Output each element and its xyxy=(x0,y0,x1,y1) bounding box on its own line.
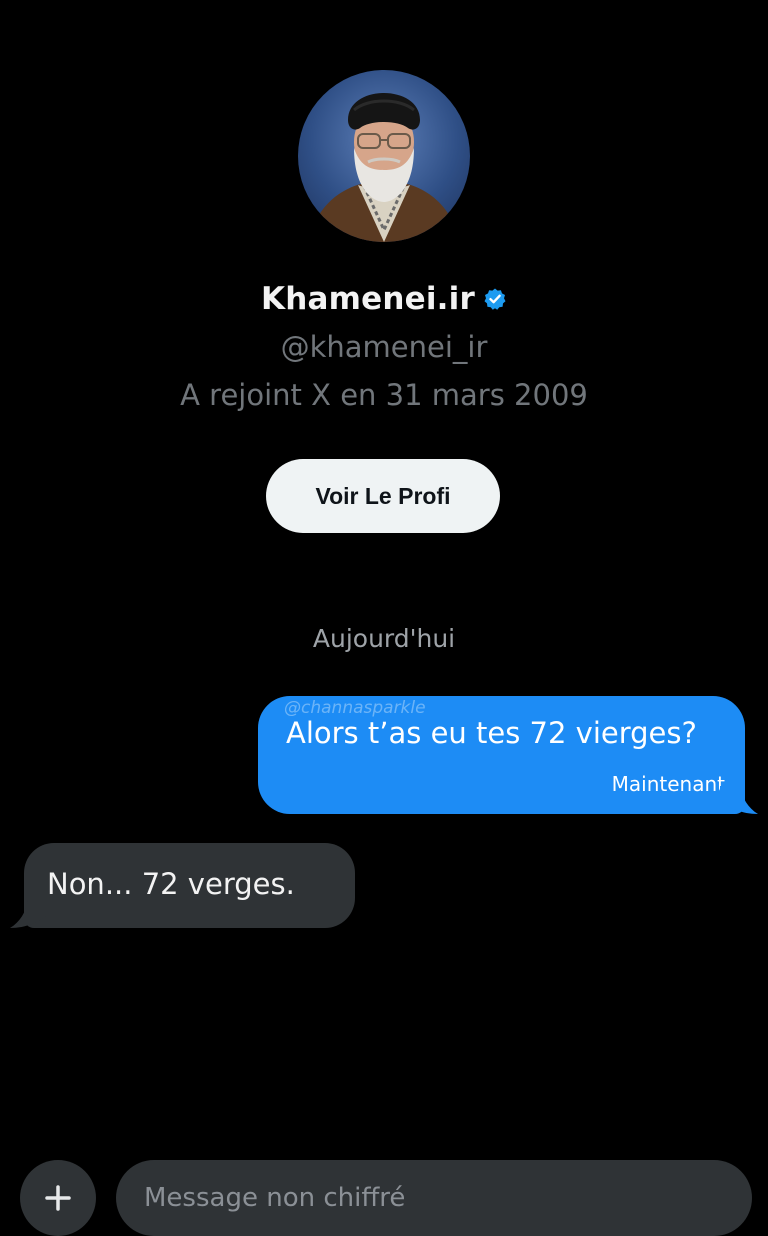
profile-name-row: Khamenei.ir xyxy=(0,276,768,322)
verified-badge-icon xyxy=(483,287,507,311)
received-message-bubble[interactable]: Non... 72 verges. xyxy=(24,843,355,928)
received-bubble-tail xyxy=(10,900,48,928)
sent-message-text: Alors t’as eu tes 72 vierges? xyxy=(286,716,697,750)
profile-avatar[interactable] xyxy=(298,70,470,242)
profile-handle: @khamenei_ir xyxy=(280,330,488,364)
profile-joined-date: A rejoint X en 31 mars 2009 xyxy=(180,378,588,412)
plus-icon xyxy=(45,1185,71,1211)
date-separator: Aujourd'hui xyxy=(312,624,456,653)
avatar-portrait-icon xyxy=(308,93,460,242)
sent-bubble-tail xyxy=(720,786,758,814)
add-attachment-button[interactable] xyxy=(20,1160,96,1236)
sent-message-time: Maintenant xyxy=(611,772,725,796)
received-message-text: Non... 72 verges. xyxy=(47,867,295,901)
sent-message-bubble[interactable]: @channasparkle Alors t’as eu tes 72 vier… xyxy=(258,696,745,814)
watermark-text: @channasparkle xyxy=(284,698,426,718)
message-input[interactable] xyxy=(116,1160,752,1236)
view-profile-button[interactable]: Voir Le Profi xyxy=(266,459,500,533)
profile-name: Khamenei.ir xyxy=(261,281,475,317)
